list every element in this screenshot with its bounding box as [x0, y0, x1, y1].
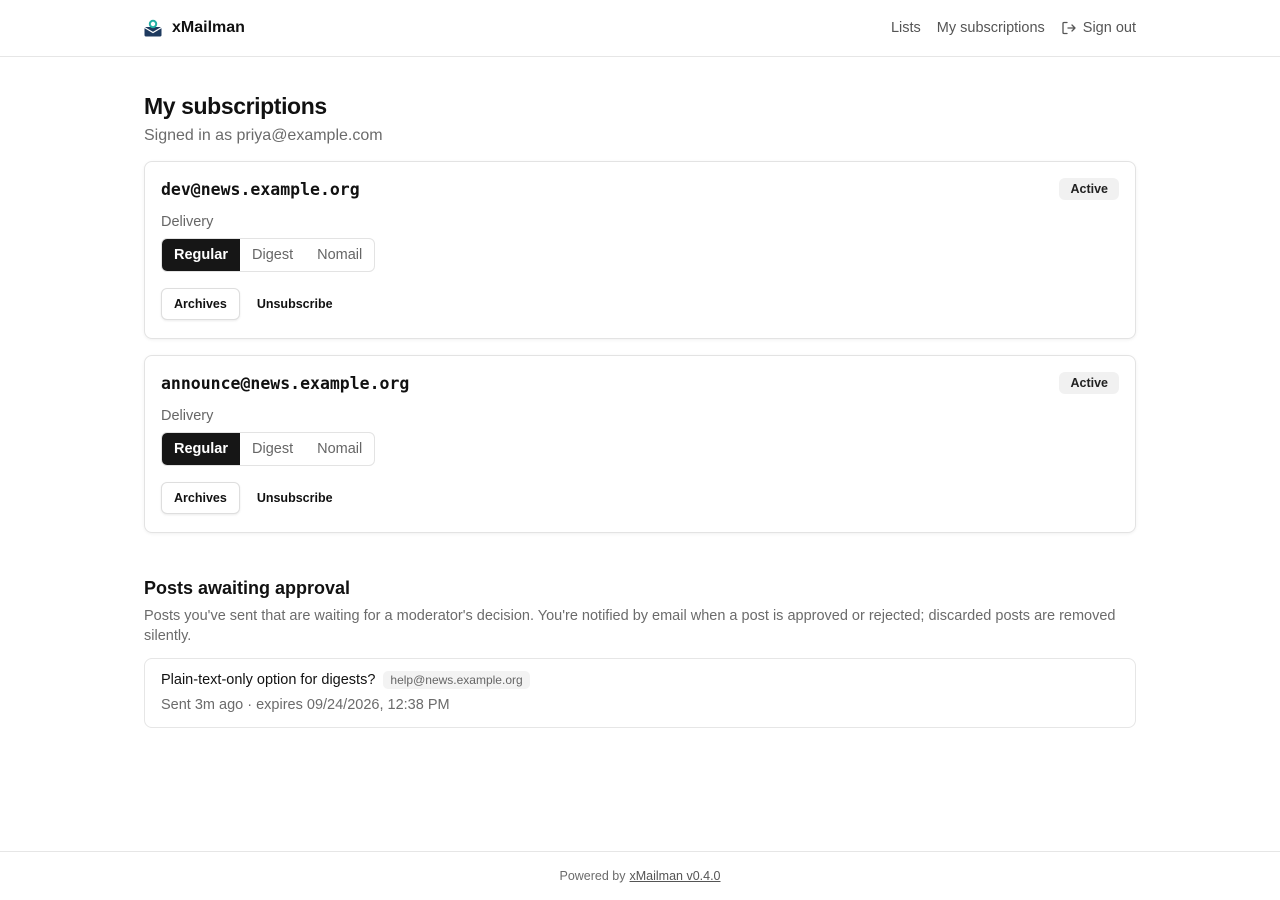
delivery-label: Delivery: [161, 214, 214, 230]
pending-posts-heading: Posts awaiting approval: [144, 578, 351, 598]
header-nav: Lists My subscriptions Sign out: [891, 20, 1136, 36]
footer-version-link[interactable]: xMailman v0.4.0: [630, 869, 721, 883]
status-badge: Active: [1059, 178, 1119, 200]
nav-link-lists[interactable]: Lists: [891, 20, 921, 36]
unsubscribe-button[interactable]: Unsubscribe: [243, 482, 346, 514]
delivery-mode-digest[interactable]: Digest: [240, 433, 305, 465]
delivery-mode-selector: Regular Digest Nomail: [161, 432, 376, 466]
delivery-mode-regular[interactable]: Regular: [162, 239, 240, 271]
list-address: announce@news.example.org: [161, 374, 410, 393]
footer-prefix: Powered by: [559, 869, 626, 883]
pending-post-list-tag: help@news.example.org: [383, 671, 530, 689]
delivery-mode-digest[interactable]: Digest: [240, 239, 305, 271]
page-title: My subscriptions: [144, 93, 327, 119]
pending-post-item: Plain-text-only option for digests? help…: [144, 658, 1136, 728]
delivery-mode-nomail[interactable]: Nomail: [305, 239, 374, 271]
brand-name: xMailman: [172, 19, 245, 36]
sign-out-link[interactable]: Sign out: [1061, 20, 1136, 36]
sign-out-icon: [1062, 21, 1076, 35]
nav-link-my-subscriptions[interactable]: My subscriptions: [937, 20, 1045, 36]
pending-post-subject: Plain-text-only option for digests?: [161, 672, 376, 688]
sign-out-label: Sign out: [1082, 20, 1136, 36]
archives-button[interactable]: Archives: [161, 288, 240, 320]
delivery-label: Delivery: [161, 408, 214, 424]
top-navigation-bar: xMailman Lists My subscriptions Sign out: [0, 0, 1280, 57]
brand-home-link[interactable]: xMailman: [144, 19, 245, 37]
subscription-list: dev@news.example.org Active Delivery Reg…: [144, 161, 1136, 533]
delivery-mode-nomail[interactable]: Nomail: [305, 433, 374, 465]
delivery-mode-selector: Regular Digest Nomail: [161, 238, 376, 272]
signed-in-as-text: Signed in as priya@example.com: [144, 127, 383, 144]
subscription-card: dev@news.example.org Active Delivery Reg…: [144, 161, 1136, 339]
delivery-mode-regular[interactable]: Regular: [162, 433, 240, 465]
mailbox-logo-icon: [144, 19, 162, 37]
archives-button[interactable]: Archives: [161, 482, 240, 514]
card-actions: Archives Unsubscribe: [161, 288, 1119, 320]
pending-post-header: Plain-text-only option for digests? help…: [161, 671, 1119, 689]
pending-post-meta: Sent 3m ago · expires 09/24/2026, 12:38 …: [161, 697, 450, 713]
subscription-card: announce@news.example.org Active Deliver…: [144, 355, 1136, 533]
top-navigation-inner: xMailman Lists My subscriptions Sign out: [144, 19, 1136, 37]
list-address: dev@news.example.org: [161, 180, 360, 199]
card-actions: Archives Unsubscribe: [161, 482, 1119, 514]
main-content: My subscriptions Signed in as priya@exam…: [144, 57, 1136, 728]
pending-posts-description: Posts you've sent that are waiting for a…: [144, 608, 1116, 644]
unsubscribe-button[interactable]: Unsubscribe: [243, 288, 346, 320]
page-footer: Powered by xMailman v0.4.0: [0, 851, 1280, 900]
status-badge: Active: [1059, 372, 1119, 394]
